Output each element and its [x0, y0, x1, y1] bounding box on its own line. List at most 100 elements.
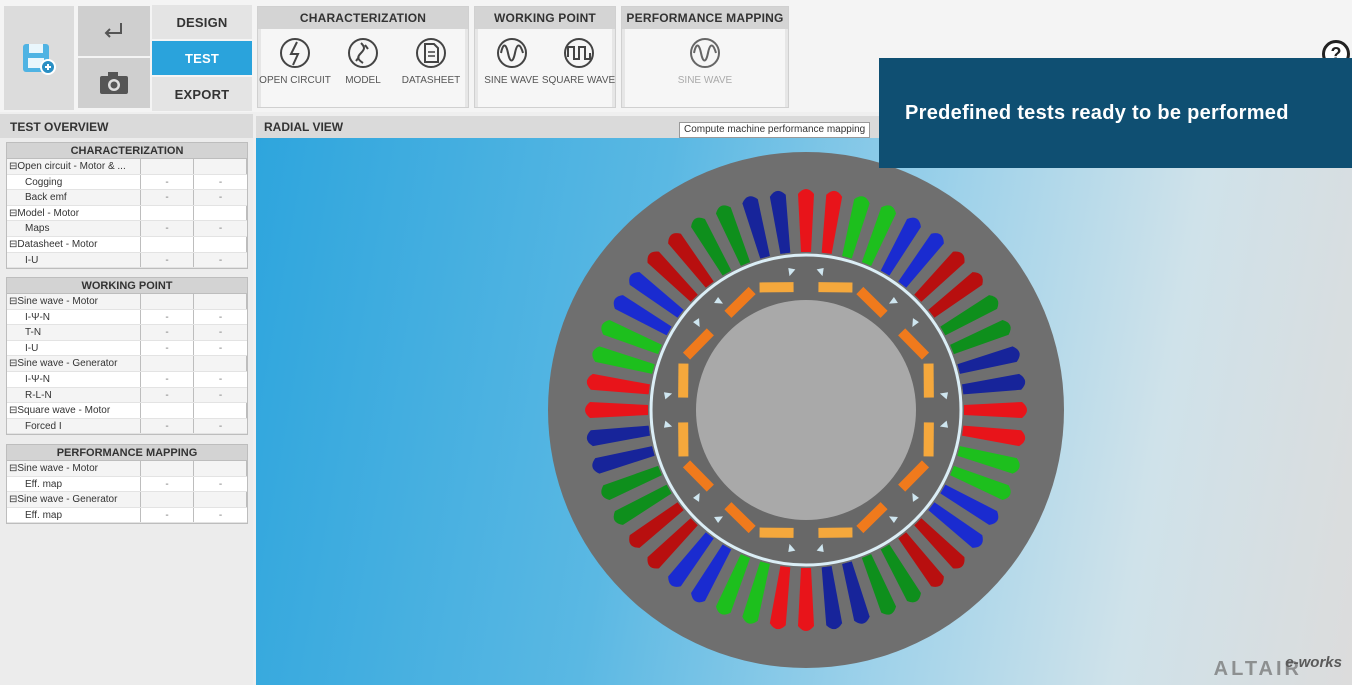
table-row[interactable]: Maps - - [7, 221, 247, 237]
wp-square-wave-label: SQUARE WAVE [541, 75, 616, 86]
working-point-group: WORKING POINT SINE WAVE SQUARE WAVE [474, 6, 616, 108]
table-row[interactable]: I-U - - [7, 252, 247, 269]
row-value [141, 159, 194, 174]
open-circuit-button[interactable]: OPEN CIRCUIT [259, 35, 331, 107]
snapshot-button[interactable] [78, 58, 150, 108]
datasheet-button[interactable]: DATASHEET [398, 35, 464, 107]
row-label: ⊟Square wave - Motor [7, 403, 141, 418]
performance-mapping-section-title: PERFORMANCE MAPPING [7, 445, 247, 461]
table-row[interactable]: T-N - - [7, 325, 247, 341]
undo-arrow-icon [104, 23, 122, 38]
row-value: - [141, 325, 194, 340]
row-value: - [141, 174, 194, 190]
wp-sine-wave-button[interactable]: SINE WAVE [479, 35, 545, 107]
datasheet-label: DATASHEET [401, 75, 461, 86]
row-label: I-U [7, 252, 141, 268]
save-project-button[interactable] [4, 6, 74, 110]
app-window: DESIGN TEST EXPORT CHARACTERIZATION OPEN… [0, 0, 1352, 685]
square-wave-icon [563, 38, 594, 68]
radial-view-canvas[interactable]: ALTAIR e-works [256, 138, 1352, 685]
row-value: - [218, 478, 223, 490]
row-label: Cogging [7, 174, 141, 190]
row-value: - [218, 389, 223, 401]
row-label: ⊟Datasheet - Motor [7, 236, 141, 252]
row-value [194, 461, 247, 476]
datasheet-icon [416, 38, 446, 68]
row-value: - [218, 176, 223, 188]
row-value [141, 294, 194, 309]
row-label: T-N [7, 325, 141, 340]
row-value: - [141, 507, 194, 523]
table-row[interactable]: ⊟Datasheet - Motor [7, 236, 247, 253]
row-label: Back emf [7, 190, 141, 205]
working-point-group-title: WORKING POINT [475, 7, 615, 29]
motor-cross-section [548, 152, 1064, 668]
design-nav-button[interactable]: DESIGN [152, 5, 252, 39]
table-row[interactable]: R-L-N - - [7, 387, 247, 404]
row-label: ⊟Sine wave - Generator [7, 492, 141, 507]
row-label: I-Ψ-N [7, 309, 141, 325]
row-value [141, 205, 194, 221]
row-value [141, 403, 194, 418]
row-value [194, 356, 247, 371]
model-label: MODEL [345, 75, 381, 86]
pm-sine-wave-label: SINE WAVE [677, 75, 733, 86]
pm-sine-wave-button[interactable]: SINE WAVE [672, 35, 738, 107]
table-row[interactable]: ⊟Open circuit - Motor & ... [7, 159, 247, 175]
working-point-section-title: WORKING POINT [7, 278, 247, 294]
wp-square-wave-button[interactable]: SQUARE WAVE [542, 35, 615, 107]
row-value [194, 159, 247, 174]
camera-icon [100, 72, 128, 94]
test-overview-panel: TEST OVERVIEW CHARACTERIZATION ⊟Open cir… [0, 114, 253, 685]
table-row[interactable]: ⊟Model - Motor [7, 205, 247, 222]
table-row[interactable]: I-U - - [7, 340, 247, 357]
row-label: Forced I [7, 418, 141, 434]
table-row[interactable]: Back emf - - [7, 190, 247, 206]
table-row[interactable]: ⊟Sine wave - Generator [7, 356, 247, 372]
test-nav-button[interactable]: TEST [152, 41, 252, 75]
table-row[interactable]: ⊟Sine wave - Motor [7, 294, 247, 310]
row-label: Maps [7, 221, 141, 236]
undo-button[interactable] [78, 6, 150, 56]
row-label: Eff. map [7, 507, 141, 523]
characterization-group-title: CHARACTERIZATION [258, 7, 468, 29]
row-value: - [141, 340, 194, 356]
performance-mapping-section: PERFORMANCE MAPPING ⊟Sine wave - Motor Ef… [6, 444, 248, 525]
table-row[interactable]: ⊟Sine wave - Generator [7, 492, 247, 508]
open-circuit-icon [280, 38, 310, 68]
row-label: Eff. map [7, 476, 141, 492]
export-nav-button[interactable]: EXPORT [152, 77, 252, 111]
table-row[interactable]: ⊟Sine wave - Motor [7, 461, 247, 477]
table-row[interactable]: Cogging - - [7, 174, 247, 191]
table-row[interactable]: I-Ψ-N - - [7, 371, 247, 388]
row-label: ⊟Sine wave - Motor [7, 461, 141, 476]
row-value: - [218, 223, 223, 235]
row-value: - [218, 509, 223, 521]
row-label: ⊟Model - Motor [7, 205, 141, 221]
performance-mapping-group: PERFORMANCE MAPPING SINE WAVE [621, 6, 789, 108]
table-row[interactable]: ⊟Square wave - Motor [7, 403, 247, 419]
table-row[interactable]: I-Ψ-N - - [7, 309, 247, 326]
row-label: I-U [7, 340, 141, 356]
model-button[interactable]: MODEL [330, 35, 396, 107]
row-value [141, 236, 194, 252]
table-row[interactable]: Eff. map - - [7, 507, 247, 524]
row-value [194, 492, 247, 507]
row-value [194, 294, 247, 309]
row-value: - [141, 309, 194, 325]
table-row[interactable]: Forced I-- [7, 418, 247, 435]
row-value: - [141, 252, 194, 268]
row-label: ⊟Open circuit - Motor & ... [7, 159, 141, 174]
sine-wave-icon [690, 38, 720, 68]
row-value: - [141, 190, 194, 205]
table-row[interactable]: Eff. map - - [7, 476, 247, 493]
row-value: - [218, 373, 223, 385]
row-value: - [218, 311, 223, 323]
characterization-section-title: CHARACTERIZATION [7, 143, 247, 159]
row-value: - [218, 327, 223, 339]
row-value: - [218, 342, 223, 354]
open-circuit-label: OPEN CIRCUIT [259, 75, 331, 86]
characterization-group: CHARACTERIZATION OPEN CIRCUIT MODEL DATA… [257, 6, 469, 108]
characterization-section: CHARACTERIZATION ⊟Open circuit - Motor &… [6, 142, 248, 270]
row-value: - [141, 476, 194, 492]
